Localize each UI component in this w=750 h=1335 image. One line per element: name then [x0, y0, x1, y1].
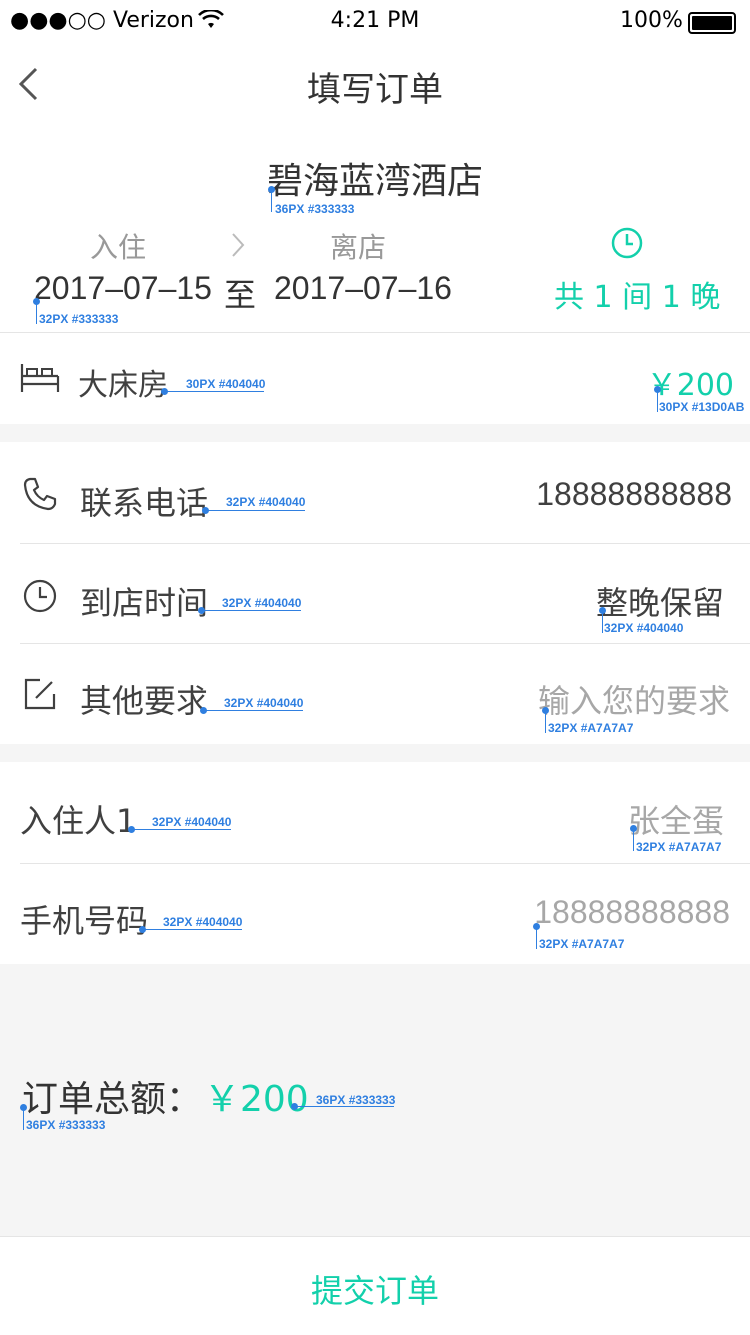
chevron-right-icon: [232, 233, 245, 257]
annotation-total-amount: 36PX #333333: [316, 1093, 396, 1107]
guest-name-input[interactable]: 张全蛋: [628, 796, 724, 842]
annotation-guest: 32PX #404040: [152, 815, 232, 829]
other-input[interactable]: 输入您的要求: [538, 676, 730, 722]
total-label: 订单总额：: [22, 1079, 203, 1120]
annotation-hotel: 36PX #333333: [275, 202, 355, 216]
battery-icon: [688, 12, 736, 34]
to-text: 至: [224, 277, 257, 313]
status-bar: ●●●○○ Verizon 4:21 PM 100%: [0, 0, 750, 40]
annotation-mobile-val: 32PX #A7A7A7: [539, 937, 625, 951]
annotation-phone: 32PX #404040: [226, 495, 306, 509]
clock-icon: [611, 227, 643, 259]
phone-icon: [23, 477, 57, 511]
bed-icon: [20, 364, 60, 392]
annotation-price: 30PX #13D0AB: [659, 400, 745, 414]
checkin-label: 入住: [90, 231, 147, 264]
guest-name-label: 入住人1: [20, 802, 137, 840]
arrival-value[interactable]: 整晚保留: [596, 578, 724, 624]
annotation-other-val: 32PX #A7A7A7: [548, 721, 634, 735]
checkout-date[interactable]: 2017–07–16: [274, 270, 452, 307]
mobile-label: 手机号码: [20, 902, 149, 940]
divider: [20, 643, 750, 644]
annotation-date: 32PX #333333: [39, 312, 119, 326]
submit-button[interactable]: 提交订单: [0, 1266, 750, 1312]
checkout-label: 离店: [330, 231, 387, 264]
annotation-other: 32PX #404040: [224, 696, 304, 710]
annotation-room: 30PX #404040: [186, 377, 266, 391]
arrival-label: 到店时间: [80, 584, 209, 622]
checkin-date[interactable]: 2017–07–15: [34, 270, 212, 307]
annotation-arrival: 32PX #404040: [222, 596, 302, 610]
annotation-guest-val: 32PX #A7A7A7: [636, 840, 722, 854]
phone-value[interactable]: 18888888888: [536, 476, 732, 513]
annotation-mobile: 32PX #404040: [163, 915, 243, 929]
edit-icon: [24, 678, 56, 710]
annotation-arrival-val: 32PX #404040: [604, 621, 684, 635]
annotation-total: 36PX #333333: [26, 1118, 106, 1132]
other-label: 其他要求: [80, 682, 209, 720]
page-title: 填写订单: [307, 70, 443, 110]
hotel-name: 碧海蓝湾酒店: [266, 161, 483, 202]
clock-icon: [23, 579, 57, 613]
section-gap: [0, 424, 750, 442]
total-amount: ￥200: [204, 1079, 309, 1120]
room-price: ￥200: [646, 368, 734, 403]
divider: [0, 332, 750, 333]
room-type: 大床房: [78, 368, 168, 403]
battery-percent: 100%: [620, 8, 683, 33]
phone-label: 联系电话: [80, 484, 209, 522]
mobile-input[interactable]: 18888888888: [534, 894, 730, 931]
divider: [20, 543, 750, 544]
divider: [20, 863, 750, 864]
stay-summary: 共 1 间 1 晚: [554, 280, 721, 315]
section-gap: [0, 744, 750, 762]
